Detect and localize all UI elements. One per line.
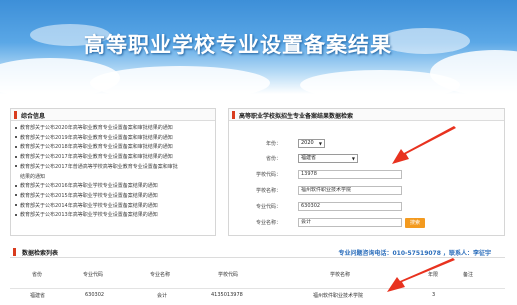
column-header: 专业名称 [150, 272, 171, 278]
news-panel: 综合信息 教育部关于公布2020年高等职业教育专业设置备案和审批结果的通知 教育… [10, 108, 216, 236]
table-cell: 4135013978 [211, 292, 243, 298]
chevron-down-icon: ▼ [318, 141, 322, 146]
news-item[interactable]: 教育部关于公布2014年高等职业学校专业设置备案结果的通知 [15, 202, 211, 212]
school-name-label: 学校名称： [255, 188, 281, 194]
news-item[interactable]: 教育部关于公布2013年高等职业学校专业设置备案结果的通知 [15, 211, 211, 221]
column-header: 备注 [463, 272, 474, 278]
news-item[interactable]: 教育部关于公布2019年高等职业教育专业设置备案和审批结果的通知 [15, 134, 211, 144]
news-link[interactable]: 结果的通知 [20, 174, 45, 180]
header-banner: 高等职业学校专业设置备案结果 [0, 0, 517, 94]
table-cell: 630302 [85, 292, 105, 298]
major-name-row: 专业名称： 会计 搜索 [229, 218, 506, 228]
search-panel-title: 高等职业学校拟招生专业备案结果数据检索 [239, 113, 354, 120]
year-select-value: 2020 [301, 140, 314, 146]
chevron-down-icon: ▼ [351, 156, 355, 161]
bullet-icon [15, 165, 17, 168]
annotation-arrow-icon [387, 258, 455, 292]
school-code-input[interactable]: 13978 [298, 170, 402, 179]
news-link[interactable]: 教育部关于公布2019年高等职业教育专业设置备案和审批结果的通知 [20, 135, 173, 141]
news-item-continuation[interactable]: 结果的通知 [15, 173, 211, 183]
school-code-row: 学校代码： 13978 [229, 170, 506, 180]
bullet-icon [15, 184, 17, 187]
column-header: 省份 [32, 272, 43, 278]
province-select-value: 福建省 [301, 155, 317, 161]
page-title: 高等职业学校专业设置备案结果 [84, 33, 392, 57]
news-item[interactable]: 教育部关于公布2016年高等职业学校专业设置备案结果的通知 [15, 182, 211, 192]
news-link[interactable]: 教育部关于公布2015年高等职业学校专业设置备案结果的通知 [20, 193, 158, 199]
news-item[interactable]: 教育部关于公布2017年普通高等学校高等职业教育专业设置备案和审批 [15, 163, 211, 173]
major-name-input[interactable]: 会计 [298, 218, 402, 227]
year-label: 年份： [265, 141, 281, 147]
bullet-icon [15, 204, 17, 207]
bullet-icon [15, 194, 17, 197]
column-header: 学校代码 [218, 272, 239, 278]
table-cell: 福州软件职业技术学院 [313, 293, 364, 299]
news-panel-header: 综合信息 [11, 109, 215, 121]
school-code-label: 学校代码： [255, 172, 281, 178]
cloud-decoration [90, 66, 270, 94]
school-name-row: 学校名称： 福州软件职业技术学院 [229, 186, 506, 196]
bullet-icon [15, 145, 17, 148]
bullet-icon [15, 155, 17, 158]
news-link[interactable]: 教育部关于公布2017年普通高等学校高等职业教育专业设置备案和审批 [20, 164, 178, 170]
results-header: 数据检索列表 专业问题咨询电话：010-57519078 ，联系人：李征宇 [10, 247, 505, 258]
search-panel-header: 高等职业学校拟招生专业备案结果数据检索 [229, 109, 504, 121]
news-item[interactable]: 教育部关于公布2017年高等职业教育专业设置备案和审批结果的通知 [15, 153, 211, 163]
province-row: 省份： 福建省 ▼ [229, 154, 506, 164]
major-name-label: 专业名称： [255, 220, 281, 226]
results-title: 数据检索列表 [22, 250, 59, 257]
news-link[interactable]: 教育部关于公布2014年高等职业学校专业设置备案结果的通知 [20, 203, 158, 209]
section-marker [14, 111, 17, 119]
bullet-icon [15, 136, 17, 139]
news-link[interactable]: 教育部关于公布2018年高等职业教育专业设置备案和审批结果的通知 [20, 144, 173, 150]
column-header: 专业代码 [83, 272, 104, 278]
table-cell: 福建省 [30, 293, 46, 299]
year-row: 年份： 2020 ▼ [229, 139, 506, 149]
news-link[interactable]: 教育部关于公布2020年高等职业教育专业设置备案和审批结果的通知 [20, 125, 173, 131]
year-select[interactable]: 2020 ▼ [298, 139, 325, 148]
news-panel-title: 综合信息 [21, 113, 46, 120]
news-item[interactable]: 教育部关于公布2015年高等职业学校专业设置备案结果的通知 [15, 192, 211, 202]
column-header: 学校名称 [330, 272, 351, 278]
news-link[interactable]: 教育部关于公布2013年高等职业学校专业设置备案结果的通知 [20, 212, 158, 218]
news-link[interactable]: 教育部关于公布2016年高等职业学校专业设置备案结果的通知 [20, 183, 158, 189]
news-link[interactable]: 教育部关于公布2017年高等职业教育专业设置备案和审批结果的通知 [20, 154, 173, 160]
cloud-decoration [380, 28, 470, 54]
news-item[interactable]: 教育部关于公布2018年高等职业教育专业设置备案和审批结果的通知 [15, 143, 211, 153]
bullet-icon [15, 126, 17, 129]
search-panel: 高等职业学校拟招生专业备案结果数据检索 年份： 2020 ▼ 省份： 福建省 ▼… [228, 108, 505, 236]
major-code-label: 专业代码： [255, 204, 281, 210]
table-cell: 会计 [157, 293, 168, 299]
major-code-row: 专业代码： 630302 [229, 202, 506, 212]
search-button[interactable]: 搜索 [405, 218, 425, 228]
section-marker [232, 111, 235, 119]
bullet-icon [15, 213, 17, 216]
news-list: 教育部关于公布2020年高等职业教育专业设置备案和审批结果的通知 教育部关于公布… [11, 121, 215, 221]
contact-info: 专业问题咨询电话：010-57519078 ，联系人：李征宇 [338, 250, 491, 257]
section-marker [13, 248, 16, 256]
major-code-input[interactable]: 630302 [298, 202, 402, 211]
province-label: 省份： [265, 156, 281, 162]
news-item[interactable]: 教育部关于公布2020年高等职业教育专业设置备案和审批结果的通知 [15, 124, 211, 134]
school-name-input[interactable]: 福州软件职业技术学院 [298, 186, 402, 195]
province-select[interactable]: 福建省 ▼ [298, 154, 358, 163]
annotation-arrow-icon [392, 126, 456, 164]
